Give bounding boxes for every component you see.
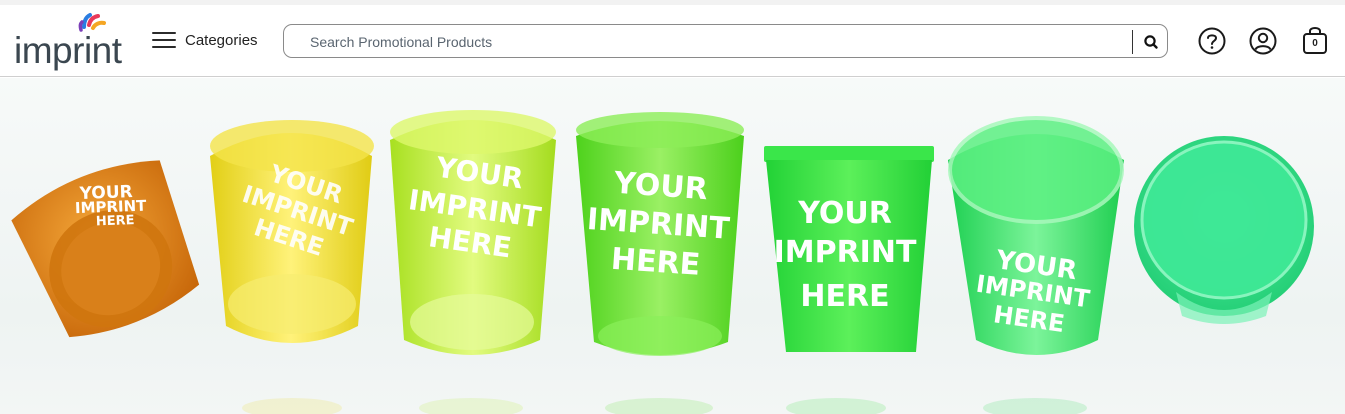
- cart-button[interactable]: 0: [1300, 24, 1330, 54]
- account-icon: [1249, 27, 1277, 55]
- lime-cup: YOUR IMPRINT HERE: [390, 110, 556, 355]
- logo-wordmark: imprint: [14, 30, 122, 71]
- svg-text:HERE: HERE: [610, 242, 701, 283]
- categories-label: Categories: [185, 31, 258, 49]
- help-icon: [1198, 27, 1226, 55]
- search-button[interactable]: [1140, 31, 1162, 53]
- svg-text:HERE: HERE: [800, 279, 889, 314]
- svg-text:YOUR: YOUR: [797, 196, 892, 231]
- svg-text:HERE: HERE: [96, 213, 135, 229]
- categories-menu-button[interactable]: Categories: [152, 25, 258, 55]
- account-button[interactable]: [1248, 26, 1278, 56]
- green-cup: YOUR IMPRINT HERE: [576, 112, 744, 356]
- help-button[interactable]: [1197, 26, 1227, 56]
- yellow-cup: YOUR IMPRINT HERE: [210, 120, 374, 343]
- hero-banner[interactable]: YOUR IMPRINT HERE YOUR IMPRINT HERE YOUR…: [0, 78, 1345, 414]
- search-bar: [283, 24, 1168, 58]
- search-divider: [1132, 30, 1133, 54]
- svg-text:YOUR: YOUR: [612, 166, 709, 208]
- search-icon: [1144, 35, 1158, 49]
- svg-text:IMPRINT: IMPRINT: [774, 235, 917, 270]
- menu-icon: [152, 30, 176, 50]
- hero-cups-illustration: YOUR IMPRINT HERE YOUR IMPRINT HERE YOUR…: [11, 110, 1314, 414]
- search-input[interactable]: [310, 31, 1130, 53]
- mint-cup: [1134, 136, 1314, 324]
- site-header: imprint Categories Search Promotional Pr…: [0, 5, 1345, 77]
- imprint-logo[interactable]: imprint: [14, 11, 130, 71]
- bright-green-cup: YOUR IMPRINT HERE: [764, 146, 934, 352]
- emerald-cup: YOUR IMPRINT HERE: [948, 116, 1124, 355]
- cart-count-badge: 0: [1312, 38, 1318, 49]
- orange-cup: YOUR IMPRINT HERE: [11, 160, 200, 338]
